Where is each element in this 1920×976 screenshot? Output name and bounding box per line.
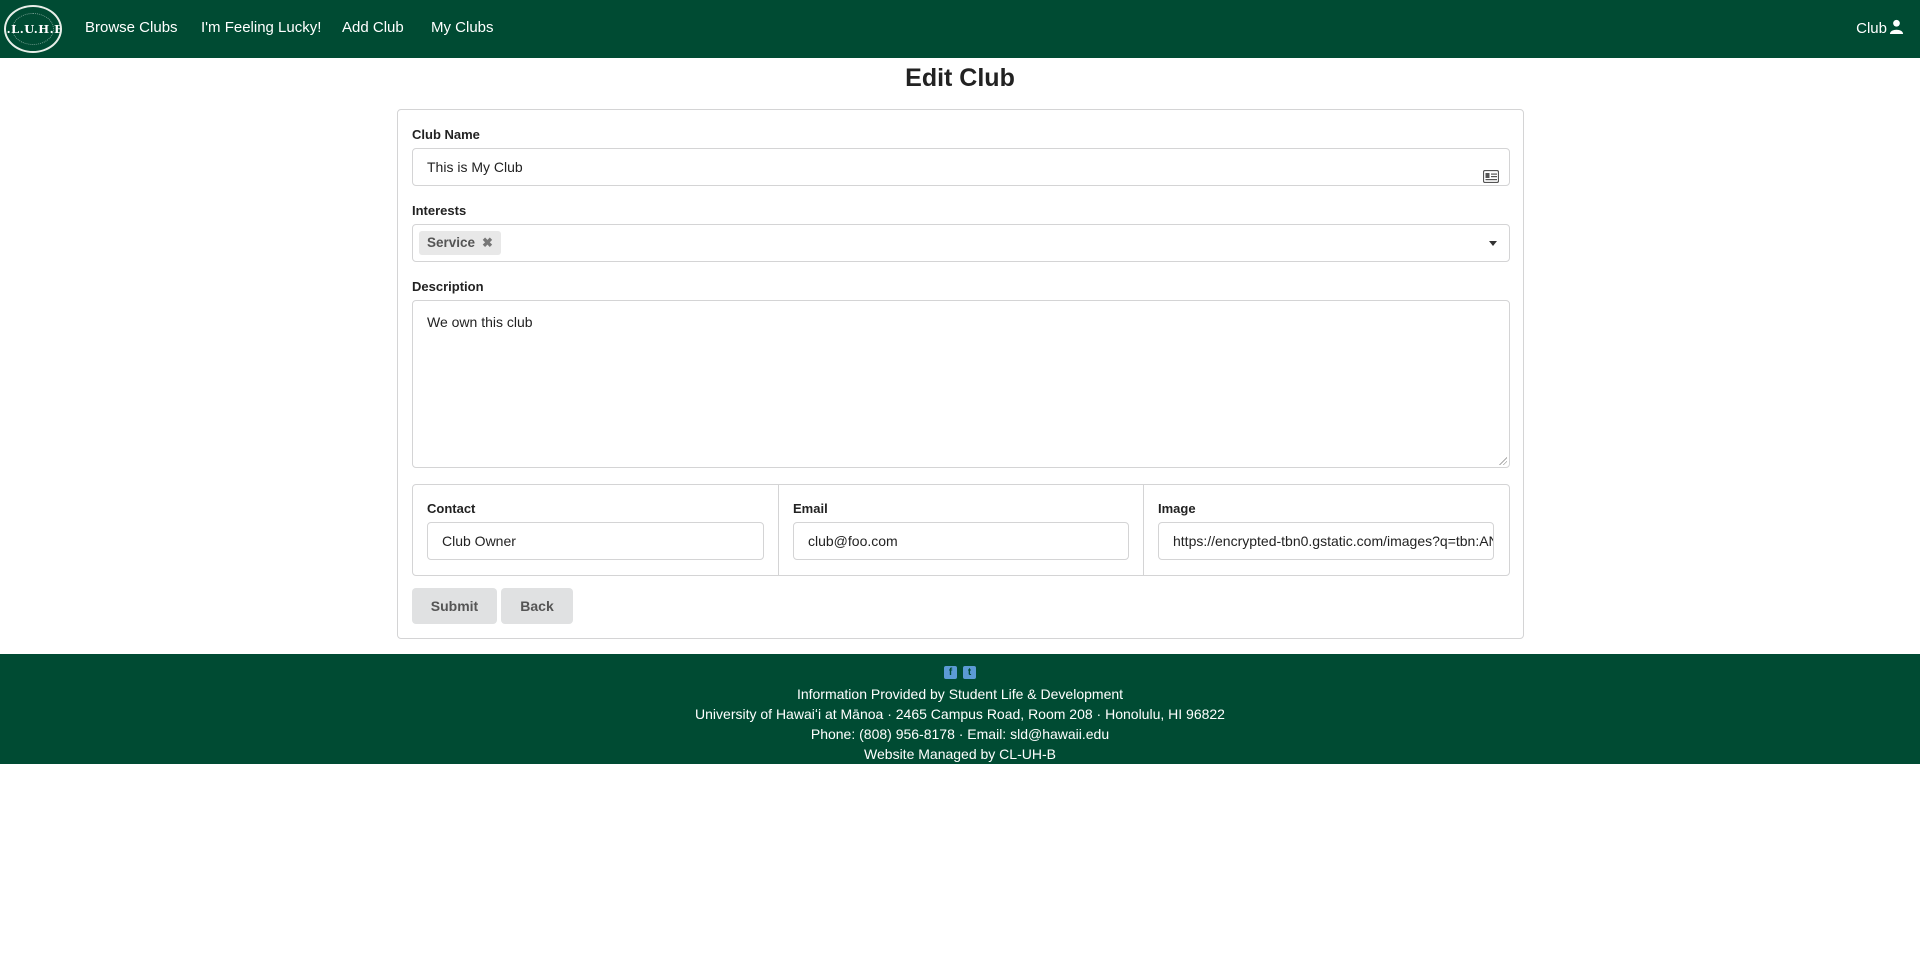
club-logo[interactable]: C.L.U.H.B. [4,5,62,53]
contact-value: Club Owner [442,533,516,549]
club-name-value: This is My Club [427,159,523,175]
dropdown-caret-icon[interactable] [1489,241,1497,246]
footer-managed-line: Website Managed by CL-UH-B [864,746,1056,762]
footer-address-line: University of Hawaiʻi at Mānoa · 2465 Ca… [695,706,1225,722]
user-icon [1889,19,1904,38]
description-label: Description [412,279,484,294]
description-value: We own this club [427,314,533,330]
resize-handle-icon[interactable] [1499,457,1507,465]
club-name-input[interactable]: This is My Club [412,148,1510,186]
top-navbar: C.L.U.H.B. Browse Clubs I'm Feeling Luck… [0,0,1920,58]
interest-chip: Service ✖ [419,231,501,255]
nav-my-clubs[interactable]: My Clubs [431,19,494,36]
back-button[interactable]: Back [501,588,573,624]
image-label: Image [1158,501,1196,516]
interest-chip-label: Service [427,235,476,250]
nav-feeling-lucky[interactable]: I'm Feeling Lucky! [201,19,321,36]
logo-text: C.L.U.H.B. [6,22,60,36]
nav-add-club[interactable]: Add Club [342,19,404,36]
club-name-label: Club Name [412,127,480,142]
email-input[interactable]: club@foo.com [793,522,1129,560]
footer-info-line: Information Provided by Student Life & D… [796,686,1124,702]
footer-contact-line: Phone: (808) 956-8178 · Email: sld@hawai… [810,726,1110,742]
facebook-icon[interactable]: f [944,666,957,679]
remove-chip-icon[interactable]: ✖ [482,225,493,261]
interests-label: Interests [412,203,467,218]
submit-button[interactable]: Submit [412,588,497,624]
user-menu[interactable]: Club [1856,19,1904,38]
page-title: Edit Club [905,64,1015,92]
email-value: club@foo.com [808,533,898,549]
nav-browse-clubs[interactable]: Browse Clubs [85,19,178,36]
email-label: Email [793,501,828,516]
footer: f t Information Provided by Student Life… [0,654,1920,764]
contact-label: Contact [427,501,476,516]
image-url-value: https://encrypted-tbn0.gstatic.com/image… [1173,533,1493,549]
social-links: f t [0,666,1920,679]
email-column: Email club@foo.com [778,485,1143,575]
contact-input[interactable]: Club Owner [427,522,764,560]
id-card-icon [1482,160,1500,185]
interests-dropdown[interactable]: Service ✖ [412,224,1510,262]
edit-club-form: Club Name This is My Club Interests Serv… [397,109,1524,639]
image-url-input[interactable]: https://encrypted-tbn0.gstatic.com/image… [1158,522,1494,560]
contact-info-segment: Contact Club Owner Email club@foo.com Im… [412,484,1510,576]
description-textarea[interactable]: We own this club [412,300,1510,468]
user-menu-label: Club [1856,20,1887,37]
image-column: Image https://encrypted-tbn0.gstatic.com… [1143,485,1509,575]
contact-column: Contact Club Owner [413,485,778,575]
twitter-icon[interactable]: t [963,666,976,679]
